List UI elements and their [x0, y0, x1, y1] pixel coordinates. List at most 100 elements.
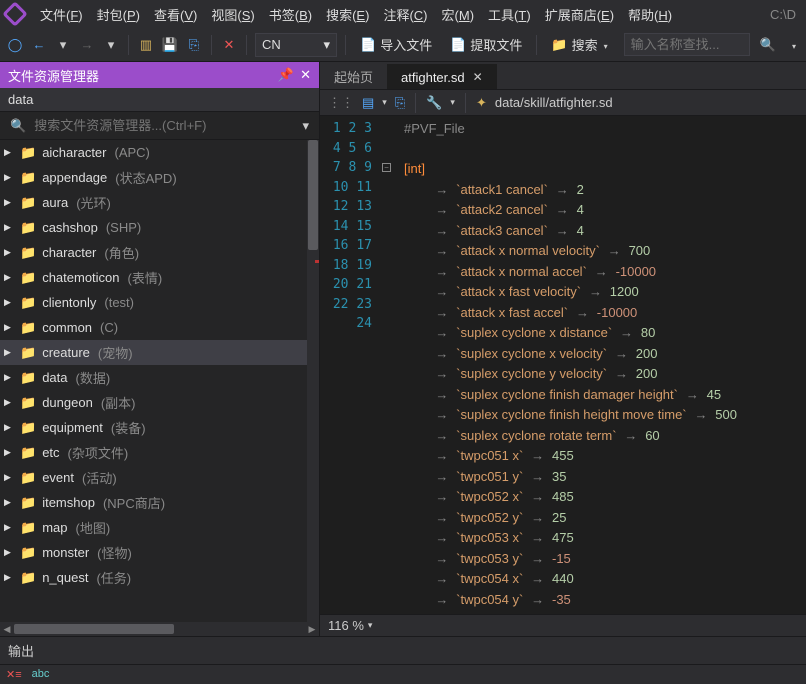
folder-name: map: [42, 520, 67, 535]
back-arrow-button[interactable]: ←: [30, 36, 48, 54]
breadcrumb-bar: ⋮⋮ ▤▾ ⎘ 🔧▾ ✦ data/skill/atfighter.sd: [320, 90, 806, 116]
search-button[interactable]: 📁搜索: [545, 32, 613, 57]
line-gutter: 1 2 3 4 5 6 7 8 9 10 11 12 13 14 15 16 1…: [320, 116, 382, 614]
folder-icon: 📁: [20, 395, 36, 411]
folder-search-icon: 📁: [551, 37, 567, 53]
folder-icon: 📁: [20, 420, 36, 436]
explorer-search-bar: 🔍 ▾: [0, 112, 319, 140]
menu-item[interactable]: 书签(B): [263, 3, 318, 26]
folder-note: (C): [100, 320, 118, 335]
folder-name: aura: [42, 195, 68, 210]
explorer-root[interactable]: data: [0, 88, 319, 112]
search-icon[interactable]: 🔍: [4, 118, 32, 134]
tree-folder-monster[interactable]: ▶📁monster(怪物): [0, 540, 307, 565]
menu-item[interactable]: 查看(V): [148, 3, 203, 26]
caret-right-icon: ▶: [4, 197, 14, 208]
h-scroll-thumb[interactable]: [14, 624, 174, 634]
tab-start-page[interactable]: 起始页: [320, 62, 387, 89]
caret-right-icon: ▶: [4, 497, 14, 508]
toggle-output-icon[interactable]: abc: [32, 668, 50, 681]
copy-icon[interactable]: ⎘: [395, 95, 405, 111]
explorer-search-input[interactable]: [32, 114, 296, 137]
language-dropdown[interactable]: CN▾: [255, 33, 337, 57]
caret-right-icon: ▶: [4, 172, 14, 183]
h-scrollbar[interactable]: ◀ ▶: [0, 622, 319, 636]
tree-folder-character[interactable]: ▶📁character(角色): [0, 240, 307, 265]
delete-button[interactable]: ✕: [220, 36, 238, 54]
menu-item[interactable]: 搜索(E): [320, 3, 375, 26]
tree-folder-map[interactable]: ▶📁map(地图): [0, 515, 307, 540]
search-dd-icon[interactable]: ▾: [296, 118, 315, 134]
tree-folder-common[interactable]: ▶📁common(C): [0, 315, 307, 340]
menu-item[interactable]: 封包(P): [91, 3, 146, 26]
window-layout-icon[interactable]: ▤: [362, 95, 374, 111]
menu-item[interactable]: 工具(T): [482, 3, 537, 26]
tree-folder-dungeon[interactable]: ▶📁dungeon(副本): [0, 390, 307, 415]
zoom-dd-icon[interactable]: ▾: [368, 620, 373, 631]
close-icon[interactable]: ✕: [300, 67, 311, 83]
menu-item[interactable]: 帮助(H): [622, 3, 678, 26]
folder-icon: 📁: [20, 445, 36, 461]
tab-atfighter[interactable]: atfighter.sd✕: [387, 62, 497, 89]
v-scroll-thumb[interactable]: [308, 140, 318, 250]
tree-folder-chatemoticon[interactable]: ▶📁chatemoticon(表情): [0, 265, 307, 290]
code-view[interactable]: #PVF_File [int] → `attack1 cancel` → 2 →…: [398, 116, 806, 614]
pin-icon[interactable]: 📌: [278, 67, 294, 83]
open-button[interactable]: ▥: [137, 36, 155, 54]
back-dd[interactable]: ▾: [54, 36, 72, 54]
folder-note: (NPC商店): [103, 493, 165, 512]
scroll-right-icon[interactable]: ▶: [305, 624, 319, 635]
folder-note: (表情): [128, 268, 163, 287]
tree-folder-creature[interactable]: ▶📁creature(宠物): [0, 340, 307, 365]
tree-folder-appendage[interactable]: ▶📁appendage(状态APD): [0, 165, 307, 190]
folder-icon: 📁: [20, 245, 36, 261]
fwd-dd[interactable]: ▾: [102, 36, 120, 54]
tree-folder-aicharacter[interactable]: ▶📁aicharacter(APC): [0, 140, 307, 165]
folder-icon: 📁: [20, 295, 36, 311]
close-tab-icon[interactable]: ✕: [473, 70, 483, 84]
fold-toggle-icon[interactable]: −: [382, 163, 391, 172]
output-panel: 输出 ✕≡ abc: [0, 636, 806, 684]
caret-right-icon: ▶: [4, 297, 14, 308]
save-all-button[interactable]: ⎘: [185, 36, 203, 54]
nav-back-button[interactable]: ◯: [6, 36, 24, 54]
folder-note: (装备): [111, 418, 146, 437]
clear-output-icon[interactable]: ✕≡: [6, 668, 22, 681]
import-icon: 📄: [360, 37, 376, 53]
tree-folder-itemshop[interactable]: ▶📁itemshop(NPC商店): [0, 490, 307, 515]
tree-folder-etc[interactable]: ▶📁etc(杂项文件): [0, 440, 307, 465]
scroll-left-icon[interactable]: ◀: [0, 624, 14, 635]
export-file-button[interactable]: 📄提取文件: [444, 32, 528, 57]
file-star-icon[interactable]: ✦: [476, 95, 487, 111]
name-search-input[interactable]: [624, 33, 750, 56]
menu-item[interactable]: 注释(C): [377, 3, 433, 26]
folder-icon: 📁: [20, 345, 36, 361]
menu-item[interactable]: 视图(S): [205, 3, 260, 26]
save-button[interactable]: 💾: [161, 36, 179, 54]
zoom-level[interactable]: 116 %: [328, 618, 364, 633]
folder-icon: 📁: [20, 545, 36, 561]
folder-note: (任务): [96, 568, 131, 587]
import-file-button[interactable]: 📄导入文件: [354, 32, 438, 57]
caret-right-icon: ▶: [4, 147, 14, 158]
tree-folder-data[interactable]: ▶📁data(数据): [0, 365, 307, 390]
v-scrollbar[interactable]: [307, 140, 319, 622]
menu-item[interactable]: 扩展商店(E): [539, 3, 620, 26]
tree-folder-cashshop[interactable]: ▶📁cashshop(SHP): [0, 215, 307, 240]
tree-folder-aura[interactable]: ▶📁aura(光环): [0, 190, 307, 215]
tree-folder-n_quest[interactable]: ▶📁n_quest(任务): [0, 565, 307, 590]
wrench-icon[interactable]: 🔧: [426, 95, 442, 111]
search-icon[interactable]: 🔍: [756, 37, 780, 53]
rail-icon[interactable]: ⋮⋮: [328, 95, 354, 111]
menu-item[interactable]: 文件(F): [34, 3, 89, 26]
search-dd[interactable]: [786, 37, 800, 52]
tree-folder-event[interactable]: ▶📁event(活动): [0, 465, 307, 490]
caret-right-icon: ▶: [4, 247, 14, 258]
menu-item[interactable]: 宏(M): [436, 3, 481, 26]
tree-folder-clientonly[interactable]: ▶📁clientonly(test): [0, 290, 307, 315]
breadcrumb-path[interactable]: data/skill/atfighter.sd: [495, 95, 613, 110]
fold-column: −: [382, 116, 398, 614]
tree-folder-equipment[interactable]: ▶📁equipment(装备): [0, 415, 307, 440]
caret-right-icon: ▶: [4, 222, 14, 233]
export-icon: 📄: [450, 37, 466, 53]
